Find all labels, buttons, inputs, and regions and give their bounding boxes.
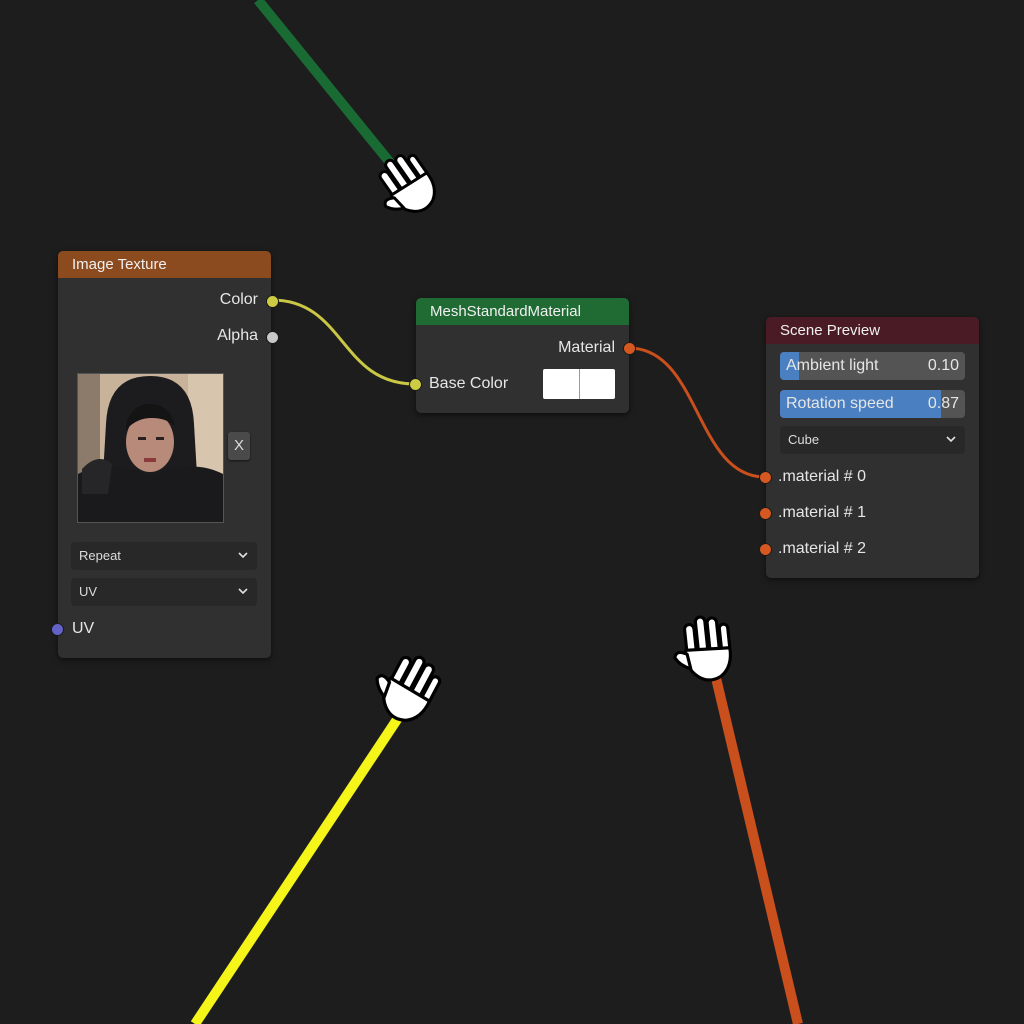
mapping-dropdown[interactable]: UV (71, 578, 257, 606)
clear-image-button[interactable]: X (228, 432, 250, 460)
node-title[interactable]: MeshStandardMaterial (416, 298, 629, 325)
image-texture-node[interactable]: Image Texture Color Alpha X Repeat UV UV (51, 251, 279, 658)
wrap-mode-value: Repeat (79, 548, 121, 563)
hand-cursor-icon (375, 655, 442, 722)
rotation-speed-slider[interactable]: Rotation speed 0.87 (780, 390, 965, 418)
output-alpha-socket[interactable] (266, 331, 279, 344)
swatch-divider (579, 369, 580, 399)
slider-label: Ambient light (786, 357, 879, 374)
node-title[interactable]: Scene Preview (766, 317, 979, 344)
input-material-1-socket[interactable] (759, 507, 772, 520)
input-material-2-label: .material # 2 (778, 540, 867, 557)
mesh-standard-material-node[interactable]: MeshStandardMaterial Material Base Color (409, 298, 636, 413)
portrait-image (78, 374, 223, 522)
output-material-socket[interactable] (623, 342, 636, 355)
input-uv-label: UV (72, 620, 95, 637)
input-base-color-socket[interactable] (409, 378, 422, 391)
hand-cursor-icon (673, 615, 732, 682)
pointer-wire-green (254, 0, 396, 169)
input-uv-socket[interactable] (51, 623, 64, 636)
output-material-label: Material (558, 339, 615, 356)
slider-value: 0.10 (927, 357, 959, 374)
wire-material-to-scene[interactable] (628, 346, 766, 479)
slider-label: Rotation speed (786, 395, 894, 412)
pointer-wire-orange (711, 676, 803, 1024)
ambient-light-slider[interactable]: Ambient light 0.10 (780, 352, 965, 380)
scene-preview-node[interactable]: Scene Preview Ambient light 0.10 Rotatio… (759, 317, 979, 578)
base-color-swatch[interactable] (543, 369, 615, 399)
geometry-dropdown[interactable]: Cube (780, 426, 965, 454)
chevron-down-icon (946, 436, 956, 443)
input-base-color-label: Base Color (429, 375, 509, 392)
input-material-0-socket[interactable] (759, 471, 772, 484)
mapping-value: UV (79, 584, 98, 599)
output-color-socket[interactable] (266, 295, 279, 308)
node-title[interactable]: Image Texture (58, 251, 271, 278)
pointer-wire-yellow (190, 709, 407, 1024)
input-material-2-socket[interactable] (759, 543, 772, 556)
geometry-value: Cube (788, 432, 820, 447)
input-material-0-label: .material # 0 (778, 468, 867, 485)
wire-color-to-base-color[interactable] (271, 298, 416, 386)
output-alpha-label: Alpha (217, 327, 258, 344)
chevron-down-icon (238, 588, 248, 595)
output-color-label: Color (219, 291, 258, 308)
slider-value: 0.87 (927, 395, 959, 412)
input-material-1-label: .material # 1 (778, 504, 867, 521)
chevron-down-icon (238, 552, 248, 559)
image-preview[interactable] (77, 373, 224, 523)
hand-cursor-icon (378, 153, 436, 213)
wrap-mode-dropdown[interactable]: Repeat (71, 542, 257, 570)
